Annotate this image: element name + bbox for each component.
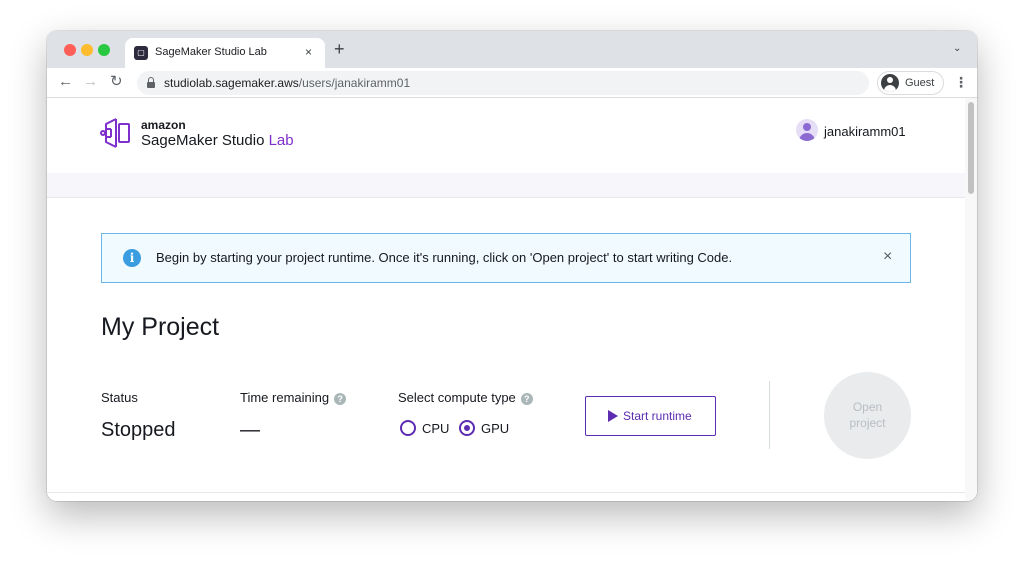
more-options-icon[interactable]: ⋮ [954, 74, 968, 90]
browser-tab[interactable]: ▢ SageMaker Studio Lab × [125, 38, 325, 68]
tab-close-icon[interactable]: × [305, 45, 312, 59]
info-icon: i [123, 249, 141, 267]
time-remaining-text: Time remaining [240, 390, 330, 405]
play-icon [608, 410, 618, 422]
cpu-radio-circle[interactable] [400, 420, 416, 436]
header-sub-band [47, 173, 965, 198]
start-runtime-label: Start runtime [623, 409, 692, 423]
gpu-radio-label[interactable]: GPU [481, 421, 509, 436]
url-host: studiolab.sagemaker.aws [164, 76, 299, 90]
profile-button[interactable]: Guest [877, 71, 944, 95]
url-text[interactable]: studiolab.sagemaker.aws/users/janakiramm… [164, 76, 410, 90]
tab-title: SageMaker Studio Lab [155, 46, 267, 58]
user-avatar-icon[interactable] [796, 119, 818, 141]
profile-label: Guest [905, 77, 935, 89]
open-project-label-line1: Open [852, 400, 883, 414]
brand-amazon-text: amazon [141, 118, 186, 132]
page-viewport: amazon SageMaker Studio Lab janakiramm01… [47, 98, 977, 501]
close-icon[interactable]: × [883, 248, 892, 266]
user-name[interactable]: janakiramm01 [824, 124, 906, 139]
open-project-button[interactable]: Open project [824, 372, 911, 459]
browser-window: ▢ SageMaker Studio Lab × + ⌄ ← → ↻ studi… [47, 31, 977, 501]
tab-strip: ▢ SageMaker Studio Lab × + ⌄ [47, 31, 977, 68]
main-content: i Begin by starting your project runtime… [47, 199, 965, 501]
page-title: My Project [101, 313, 220, 341]
time-remaining-value: — [240, 419, 260, 441]
time-remaining-label: Time remaining? [240, 390, 347, 405]
reload-icon[interactable]: ↻ [110, 73, 123, 91]
guest-avatar-icon [881, 74, 899, 92]
back-arrow-icon[interactable]: ← [58, 73, 73, 91]
cpu-radio[interactable]: CPU [400, 420, 450, 438]
gpu-radio-circle[interactable] [459, 420, 475, 436]
status-label: Status [101, 390, 138, 405]
help-icon[interactable]: ? [520, 393, 533, 405]
app-header: amazon SageMaker Studio Lab janakiramm01 [47, 98, 965, 173]
cpu-radio-label[interactable]: CPU [422, 421, 449, 436]
brand-lab-text: Lab [268, 132, 294, 149]
brand-product-name: SageMaker Studio Lab [141, 132, 294, 149]
sagemaker-logo-icon [100, 118, 130, 148]
alert-message: Begin by starting your project runtime. … [156, 250, 733, 265]
start-runtime-button[interactable]: Start runtime [585, 396, 716, 436]
info-alert: i Begin by starting your project runtime… [101, 233, 911, 283]
open-project-label-line2: project [849, 416, 886, 430]
chevron-down-icon[interactable]: ⌄ [953, 43, 961, 54]
help-icon[interactable]: ? [334, 393, 347, 405]
browser-toolbar: ← → ↻ studiolab.sagemaker.aws/users/jana… [47, 68, 977, 98]
window-maximize-button[interactable] [98, 44, 110, 56]
new-tab-button[interactable]: + [334, 40, 345, 58]
address-bar[interactable]: studiolab.sagemaker.aws/users/janakiramm… [137, 71, 869, 95]
window-minimize-button[interactable] [81, 44, 93, 56]
scrollbar-thumb[interactable] [968, 102, 974, 194]
sagemaker-studio-lab-icon: ▢ [134, 46, 148, 60]
divider [769, 381, 770, 449]
lock-icon[interactable] [147, 77, 155, 88]
compute-type-text: Select compute type [398, 390, 516, 405]
compute-type-label: Select compute type? [398, 390, 533, 405]
window-close-button[interactable] [64, 44, 76, 56]
status-value: Stopped [101, 419, 176, 441]
section-divider [47, 492, 965, 493]
forward-arrow-icon[interactable]: → [83, 73, 98, 91]
gpu-radio[interactable]: GPU [459, 420, 511, 438]
url-path: /users/janakiramm01 [298, 76, 411, 90]
brand-product-text: SageMaker Studio [141, 132, 265, 149]
